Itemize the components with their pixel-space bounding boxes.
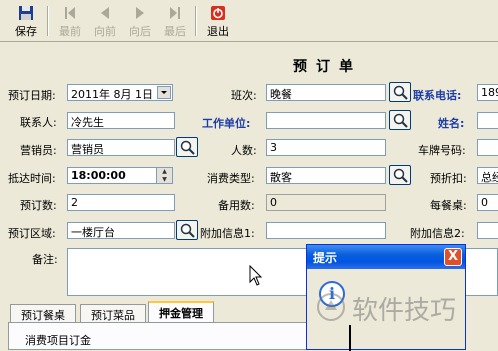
tab-booking-tables[interactable]: 预订餐桌	[10, 304, 76, 322]
dialog-text-edge	[349, 325, 351, 351]
prev-button[interactable]: 向前	[85, 5, 125, 39]
per-table-field[interactable]: 0	[477, 194, 498, 211]
last-label: 最后	[164, 25, 186, 38]
spin-up-icon[interactable]: ▲	[157, 168, 172, 176]
last-button[interactable]: 最后	[155, 5, 195, 39]
sales-lookup-button[interactable]	[176, 137, 198, 157]
shift-field[interactable]: 晚餐	[266, 84, 386, 101]
last-record-icon	[170, 7, 180, 19]
contact-field[interactable]: 冷先生	[67, 112, 175, 129]
booking-date-value: 2011年 8月 1日	[71, 88, 153, 101]
discount-field[interactable]: 总经	[477, 167, 498, 184]
time-spinner[interactable]: ▲ ▼	[156, 168, 172, 183]
magnifier-icon	[393, 113, 408, 128]
spare-label: 备用数:	[218, 199, 255, 212]
tab-panel: 消费项目订金	[8, 322, 308, 350]
arrival-time-field[interactable]: 18:00:00 ▲ ▼	[67, 167, 173, 184]
extra1-field[interactable]	[266, 222, 386, 239]
extra2-label: 附加信息2:	[410, 227, 465, 240]
per-table-label: 每餐桌:	[430, 199, 467, 212]
tables-field[interactable]: 2	[67, 194, 175, 211]
power-icon	[211, 6, 225, 20]
surname-label: 姓名:	[438, 117, 465, 130]
shift-label: 班次:	[231, 89, 257, 102]
phone-label: 联系电话:	[413, 89, 462, 102]
magnifier-icon	[393, 168, 408, 183]
next-record-icon	[136, 7, 144, 19]
people-label: 人数:	[231, 144, 257, 157]
floppy-disk-icon	[19, 6, 33, 20]
watermark-logo-icon	[317, 293, 345, 321]
booking-date-picker[interactable]: 2011年 8月 1日	[67, 84, 173, 101]
phone-field[interactable]: 189	[477, 84, 498, 101]
dialog-titlebar[interactable]: 提示 X	[307, 245, 465, 269]
first-record-icon	[65, 7, 75, 19]
spin-down-icon[interactable]: ▼	[157, 176, 172, 183]
arrival-label: 抵达时间:	[8, 172, 56, 185]
company-lookup-button[interactable]	[389, 110, 411, 130]
consume-type-lookup-button[interactable]	[389, 165, 411, 185]
next-button[interactable]: 向后	[120, 5, 160, 39]
tab-deposit-management[interactable]: 押金管理	[148, 301, 214, 323]
people-field[interactable]: 3	[266, 139, 386, 156]
booking-date-label: 预订日期:	[8, 89, 56, 102]
magnifier-icon	[180, 140, 195, 155]
exit-button[interactable]: 退出	[198, 5, 238, 39]
plate-label: 车牌号码:	[418, 144, 466, 157]
tab-booking-dishes[interactable]: 预订菜品	[80, 304, 146, 322]
discount-label: 预折扣:	[430, 172, 467, 185]
consume-type-label: 消费类型:	[207, 172, 255, 185]
first-label: 最前	[59, 25, 81, 38]
extra1-label: 附加信息1:	[200, 227, 255, 240]
toolbar-separator	[47, 6, 49, 36]
extra2-field[interactable]	[477, 222, 498, 239]
save-label: 保存	[15, 25, 37, 38]
magnifier-icon	[180, 223, 195, 238]
toolbar-separator	[195, 6, 197, 36]
previous-record-icon	[101, 7, 109, 19]
close-button[interactable]: X	[444, 248, 462, 266]
save-button[interactable]: 保存	[6, 5, 46, 39]
contact-label: 联系人:	[20, 116, 57, 129]
consume-type-field[interactable]: 散客	[266, 167, 386, 184]
form-title: 预订单	[293, 59, 362, 75]
plate-field[interactable]	[477, 139, 498, 156]
toolbar: 保存 最前 向前 向后 最后 退出	[0, 0, 498, 42]
consume-deposit-caption: 消费项目订金	[25, 334, 91, 347]
shift-lookup-button[interactable]	[389, 82, 411, 102]
area-field[interactable]: 一楼厅台	[67, 222, 175, 239]
exit-label: 退出	[207, 25, 229, 38]
prev-label: 向前	[94, 25, 116, 38]
arrival-time-value: 18:00:00	[71, 169, 126, 182]
note-label: 备注:	[32, 253, 58, 266]
mouse-pointer-icon	[249, 265, 263, 286]
company-label: 工作单位:	[202, 117, 251, 130]
sales-field[interactable]: 营销员	[67, 139, 175, 156]
company-field[interactable]	[266, 112, 386, 129]
dialog-title: 提示	[313, 251, 338, 265]
chevron-down-icon[interactable]	[157, 86, 171, 99]
tables-label: 预订数:	[20, 199, 57, 212]
magnifier-icon	[393, 85, 408, 100]
area-lookup-button[interactable]	[176, 220, 198, 240]
spare-field[interactable]: 0	[266, 194, 386, 211]
sales-label: 营销员:	[20, 144, 57, 157]
area-label: 预订区域:	[8, 227, 56, 240]
next-label: 向后	[129, 25, 151, 38]
first-button[interactable]: 最前	[50, 5, 90, 39]
surname-field[interactable]	[477, 112, 498, 129]
watermark-text: 软件技巧	[352, 296, 457, 326]
